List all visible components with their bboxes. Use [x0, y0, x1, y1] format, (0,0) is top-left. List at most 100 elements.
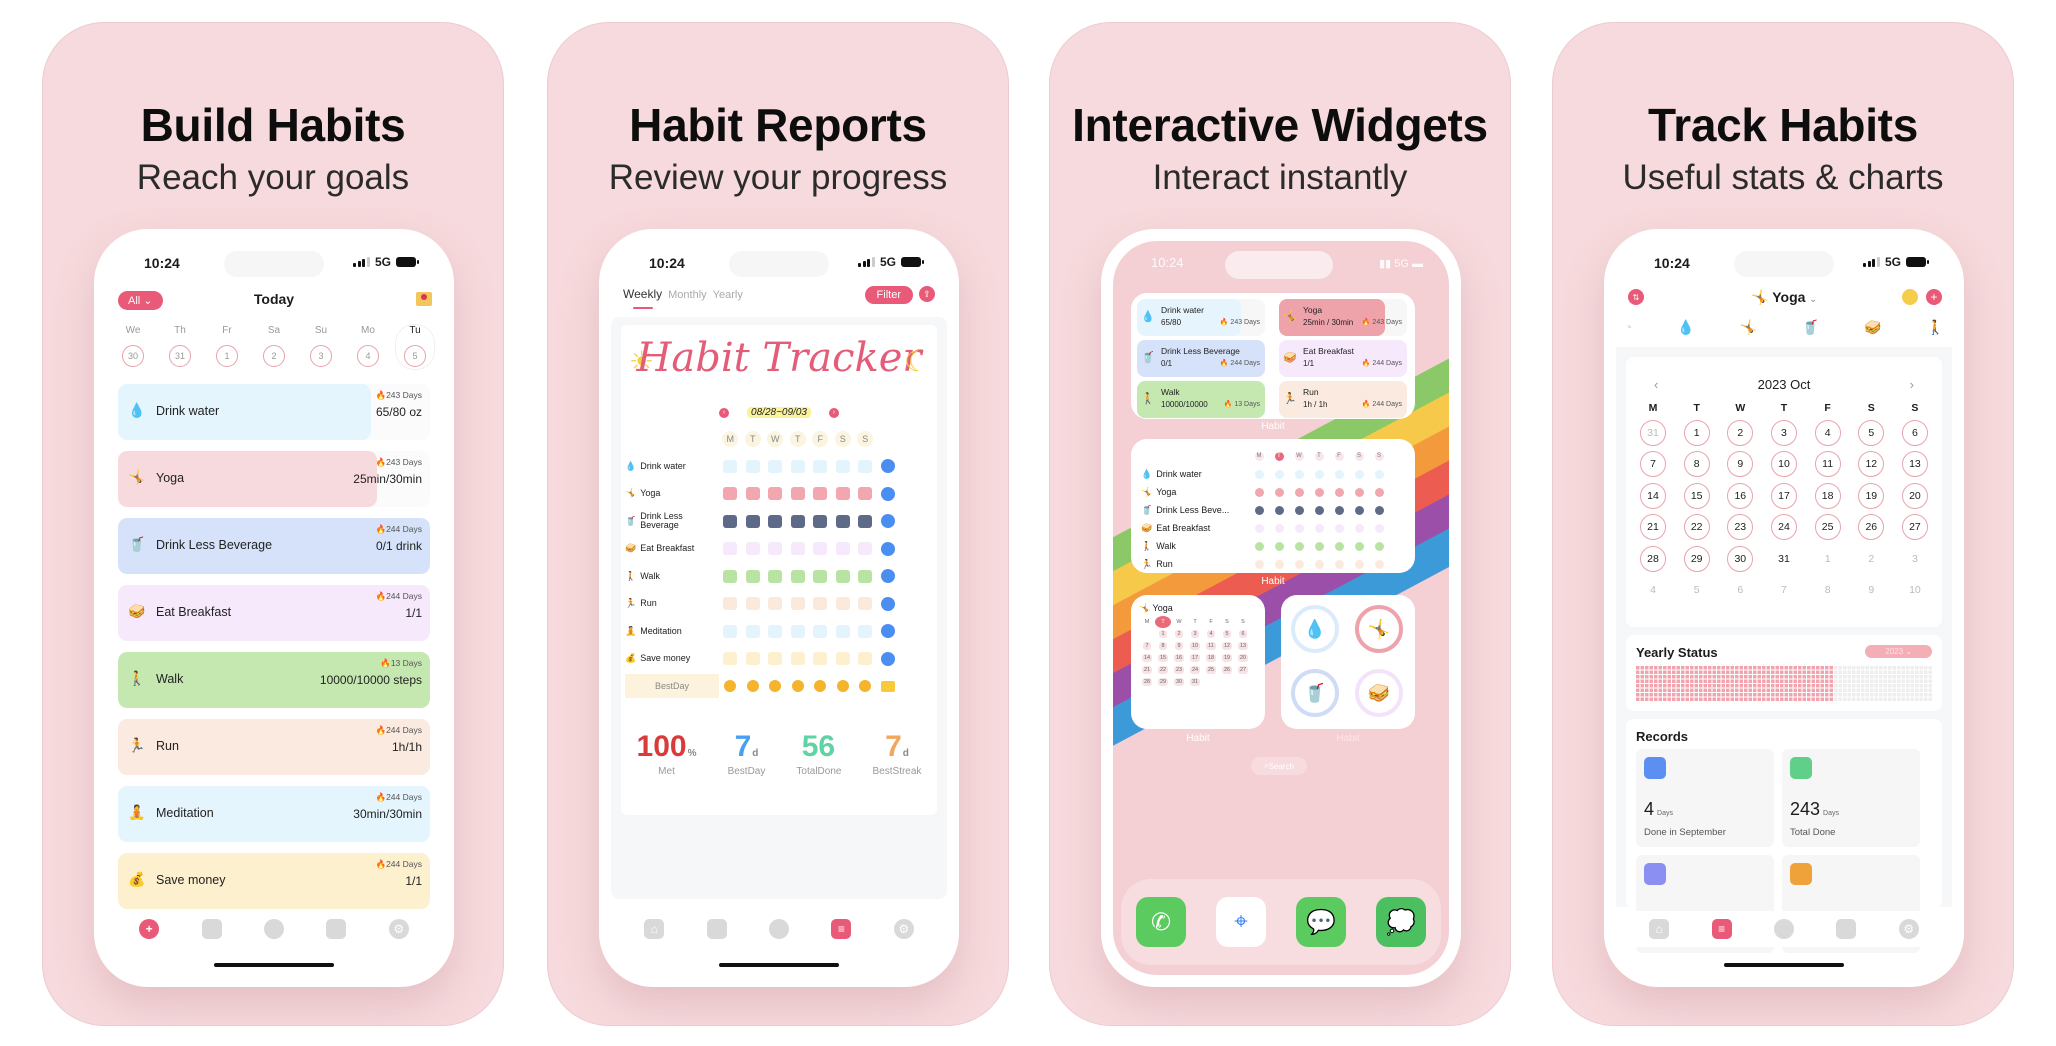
add-habit-icon[interactable]: + [1926, 289, 1942, 305]
calendar-day[interactable]: 1 [1683, 419, 1710, 446]
habit-list-widget[interactable]: 💧 Drink water 65/80 🔥 243 Days 🤸 Yoga 25min / … [1131, 293, 1415, 419]
wechat-app-icon[interactable]: 💭 [1376, 897, 1426, 947]
day-selector[interactable]: Th 31 [161, 325, 199, 369]
calendar-day[interactable]: 14 [1640, 482, 1666, 509]
phone-app-icon[interactable]: ✆ [1136, 897, 1186, 947]
habit-widget-item[interactable]: 🏃 Run 1h / 1h 🔥 244 Days [1279, 381, 1407, 418]
habit-card[interactable]: 🏃 Run 🔥244 Days 1h/1h [118, 719, 430, 775]
home-icon[interactable]: ⌂ [644, 919, 665, 939]
calendar-day[interactable]: 2 [1858, 546, 1884, 572]
habit-tab[interactable]: 🥪 [1864, 319, 1881, 336]
habit-rings-widget[interactable]: 💧 🤸 🥤 🥪 [1281, 595, 1415, 729]
calendar-day[interactable]: 27 [1901, 514, 1928, 541]
widget-habit-row[interactable]: 🏃 Run [1141, 555, 1405, 573]
calendar-day[interactable]: 6 [1901, 419, 1928, 446]
calendar-day[interactable]: 8 [1683, 451, 1710, 478]
report-icon[interactable] [1836, 919, 1857, 939]
calendar-day[interactable]: 23 [1727, 514, 1754, 541]
habit-widget-item[interactable]: 🤸 Yoga 25min / 30min 🔥 243 Days [1279, 299, 1407, 336]
widget-habit-row[interactable]: 🥪 Eat Breakfast [1141, 519, 1405, 537]
calendar-day[interactable]: 3 [1902, 546, 1928, 572]
calendar-day[interactable]: 9 [1727, 451, 1754, 478]
calendar-day[interactable]: 26 [1858, 514, 1885, 541]
calendar-day[interactable]: 1 [1815, 546, 1841, 572]
habit-card[interactable]: 🚶 Walk 🔥13 Days 10000/10000 steps [118, 652, 430, 708]
calendar-day[interactable]: 28 [1640, 545, 1666, 572]
calendar-day[interactable]: 9 [1858, 577, 1884, 603]
habit-tab[interactable]: 🥤 [1802, 319, 1819, 336]
calendar-day[interactable]: 7 [1640, 451, 1666, 478]
habit-ring[interactable]: 💧 [1291, 605, 1339, 653]
calendar-day[interactable]: 24 [1770, 514, 1797, 541]
habit-widget-item[interactable]: 💧 Drink water 65/80 🔥 243 Days [1137, 299, 1265, 336]
spotlight-search[interactable]: ⌕ Search [1251, 757, 1307, 775]
filter-button[interactable]: Filter [864, 286, 913, 304]
calendar-day[interactable]: 22 [1683, 514, 1710, 541]
habit-tab[interactable]: 🤸 [1740, 319, 1757, 336]
habit-widget-item[interactable]: 🥪 Eat Breakfast 1/1 🔥 244 Days [1279, 340, 1407, 377]
calendar-day[interactable]: 10 [1770, 451, 1797, 478]
widget-habit-row[interactable]: 🚶 Walk [1141, 537, 1405, 555]
habit-widget-item[interactable]: 🚶 Walk 10000/10000 🔥 13 Days [1137, 381, 1265, 418]
love-letter-icon[interactable] [416, 292, 432, 306]
day-selector[interactable]: Tu 5 [396, 325, 434, 369]
calendar-day[interactable]: 20 [1901, 482, 1928, 509]
day-selector[interactable]: Su 3 [302, 325, 340, 369]
calendar-day[interactable]: 11 [1814, 451, 1841, 478]
calendar-day[interactable]: 29 [1683, 545, 1710, 572]
tip-icon[interactable] [1902, 289, 1918, 305]
overview-chart-icon[interactable]: ◔ [1624, 319, 1632, 336]
habit-card[interactable]: 💧 Drink water 🔥243 Days 65/80 oz [118, 384, 430, 440]
habit-card[interactable]: 🧘 Meditation 🔥244 Days 30min/30min [118, 786, 430, 842]
habit-tab[interactable]: 💧 [1677, 319, 1694, 336]
calendar-day[interactable]: 3 [1770, 419, 1797, 446]
widget-habit-row[interactable]: 🥤 Drink Less Beve... [1141, 501, 1405, 519]
notes-icon[interactable] [706, 919, 727, 939]
friends-icon[interactable] [1773, 919, 1794, 939]
calendar-day[interactable]: 25 [1814, 514, 1841, 541]
widget-habit-row[interactable]: 💧 Drink water [1141, 465, 1405, 483]
next-week-button[interactable]: › [828, 407, 839, 418]
yoga-calendar-widget[interactable]: 🤸 Yoga M T W T F S S 1 2 3 4 5 6 7 8 9 10 11 12 13 14 15 16 17 18… [1131, 595, 1265, 729]
tab-yearly[interactable]: Yearly [713, 289, 743, 301]
habit-card[interactable]: 🥤 Drink Less Beverage 🔥244 Days 0/1 drink [118, 518, 430, 574]
report-icon[interactable] [326, 919, 347, 939]
day-selector[interactable]: Sa 2 [255, 325, 293, 369]
calendar-day[interactable]: 30 [1727, 545, 1754, 572]
prev-week-button[interactable]: ‹ [719, 407, 730, 418]
habit-ring[interactable]: 🤸 [1355, 605, 1403, 653]
calendar-day[interactable]: 4 [1640, 577, 1666, 603]
messages-app-icon[interactable]: 💬 [1296, 897, 1346, 947]
weekly-habit-widget[interactable]: M T W T F S S 💧 Drink water 🤸 Yoga 🥤 Drink Less Beve… [1131, 439, 1415, 573]
calendar-day[interactable]: 21 [1640, 514, 1666, 541]
home-icon[interactable]: ⌂ [1649, 919, 1670, 939]
report-icon[interactable]: ≡ [831, 919, 852, 939]
notes-icon[interactable] [201, 919, 222, 939]
habit-ring[interactable]: 🥤 [1291, 669, 1339, 717]
habit-card[interactable]: 🤸 Yoga 🔥243 Days 25min/30min [118, 451, 430, 507]
calendar-day[interactable]: 12 [1858, 451, 1885, 478]
calendar-day[interactable]: 15 [1683, 482, 1710, 509]
calendar-day[interactable]: 7 [1771, 577, 1797, 603]
calendar-day[interactable]: 13 [1901, 451, 1928, 478]
calendar-day[interactable]: 17 [1770, 482, 1797, 509]
day-selector[interactable]: Fr 1 [208, 325, 246, 369]
habit-tab[interactable]: 🚶 [1927, 319, 1944, 336]
calendar-day[interactable]: 6 [1727, 577, 1753, 603]
friends-icon[interactable] [263, 919, 284, 939]
widget-habit-row[interactable]: 🤸 Yoga [1141, 483, 1405, 501]
calendar-day[interactable]: 2 [1727, 419, 1754, 446]
settings-icon[interactable]: ⚙ [1898, 919, 1919, 939]
friends-icon[interactable] [768, 919, 789, 939]
calendar-day[interactable]: 18 [1814, 482, 1841, 509]
calendar-day[interactable]: 19 [1858, 482, 1885, 509]
habit-ring[interactable]: 🥪 [1355, 669, 1403, 717]
habit-card[interactable]: 💰 Save money 🔥244 Days 1/1 [118, 853, 430, 909]
safari-app-icon[interactable]: ⌖ [1216, 897, 1266, 947]
day-selector[interactable]: Mo 4 [349, 325, 387, 369]
add-icon[interactable]: + [139, 919, 160, 939]
settings-icon[interactable]: ⚙ [893, 919, 914, 939]
calendar-day[interactable]: 31 [1771, 546, 1797, 572]
habit-widget-item[interactable]: 🥤 Drink Less Beverage 0/1 🔥 244 Days [1137, 340, 1265, 377]
prev-month-button[interactable]: ‹ [1654, 377, 1658, 392]
